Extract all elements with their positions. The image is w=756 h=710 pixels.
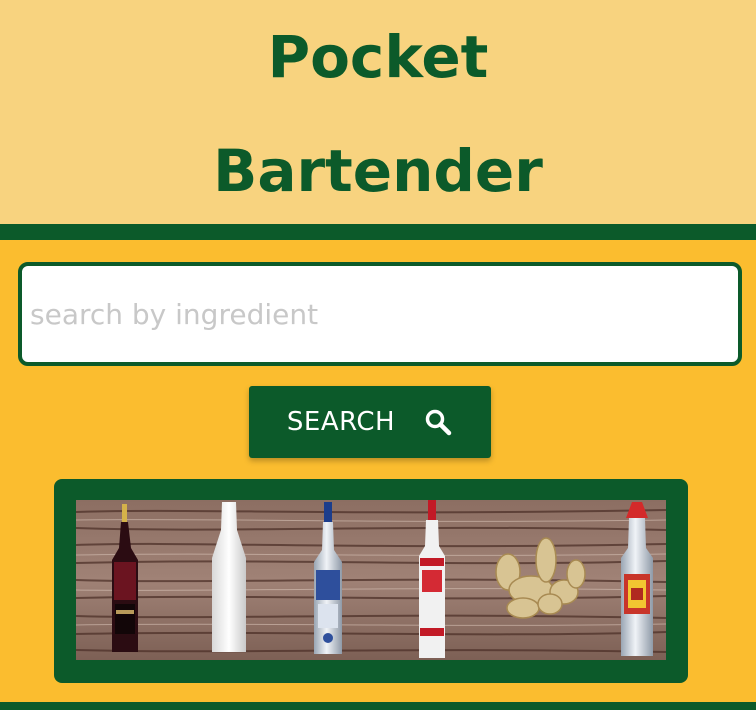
app-header: Pocket Bartender (0, 0, 756, 224)
bottles-banner-image (76, 500, 666, 660)
app-title-line-1: Pocket (267, 23, 489, 91)
ingredient-search-input[interactable] (18, 262, 742, 366)
app-title-line-2: Bartender (213, 137, 543, 205)
header-divider (0, 224, 756, 240)
search-icon (425, 409, 452, 436)
footer-divider (0, 702, 756, 710)
search-button-label: SEARCH (286, 407, 396, 437)
search-button[interactable]: SEARCH (249, 386, 491, 458)
